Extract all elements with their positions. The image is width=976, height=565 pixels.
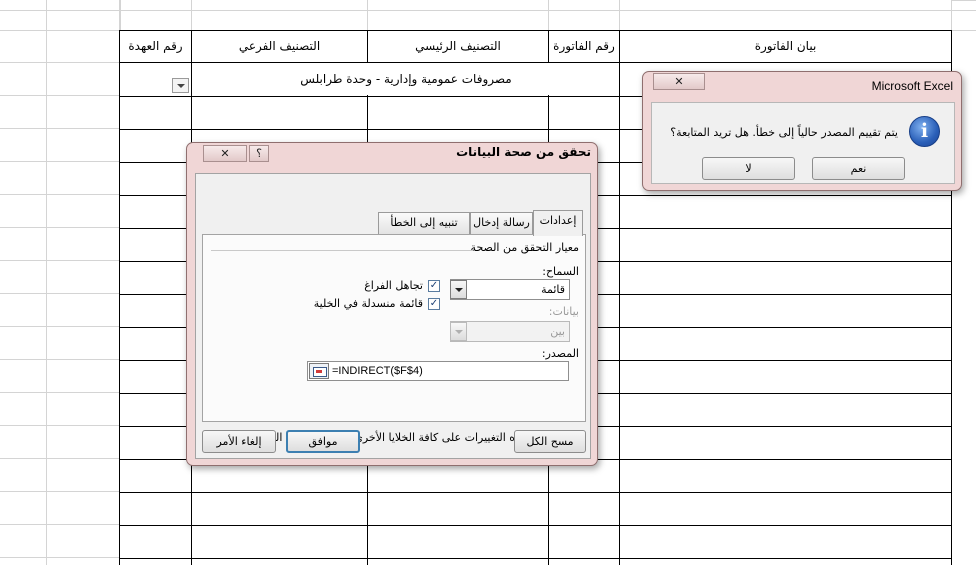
gridline-h (952, 0, 976, 1)
table-border-h (119, 558, 952, 559)
source-input[interactable]: =INDIRECT($F$4) (307, 361, 569, 381)
allow-dropdown-arrow-icon[interactable] (450, 280, 467, 299)
no-button[interactable]: لا (702, 157, 795, 180)
gridline-h (0, 293, 120, 294)
gridline-h (0, 392, 120, 393)
gridline-h (0, 95, 120, 96)
settings-tab-page: معيار التحقق من الصحة السماح: قائمة ✓ تج… (202, 234, 586, 444)
merged-cell-category-value[interactable]: مصروفات عمومية وإدارية - وحدة طرابلس (192, 63, 620, 96)
allow-label: السماح: (542, 265, 579, 278)
table-border-h (119, 525, 952, 526)
gridline-h (0, 161, 120, 162)
in-cell-dropdown-checkbox[interactable]: ✓ (428, 298, 440, 310)
gridline-h (0, 425, 120, 426)
collapse-dialog-range-icon[interactable] (309, 363, 329, 379)
gridline-v (46, 0, 47, 565)
excel-message-box: Microsoft Excel ✕ i يتم تقييم المصدر حال… (642, 71, 962, 191)
tab-settings[interactable]: إعدادات (533, 210, 583, 236)
data-label: بيانات: (548, 305, 579, 318)
validation-criteria-heading: معيار التحقق من الصحة (470, 241, 579, 254)
message-box-close-button[interactable]: ✕ (653, 73, 705, 90)
table-border-h (119, 492, 952, 493)
gridline-h (0, 458, 120, 459)
gridline-h (0, 62, 120, 63)
gridline-h (0, 557, 120, 558)
clear-all-button[interactable]: مسح الكل (514, 430, 586, 453)
dialog-body: إعدادات رسالة إدخال تنبيه إلى الخطأ معيا… (195, 173, 591, 459)
gridline-v (548, 0, 549, 30)
heading-separator (211, 250, 473, 251)
ignore-blank-label: تجاهل الفراغ (364, 279, 423, 292)
gridline-h (0, 491, 120, 492)
gridline-h (0, 10, 976, 11)
dialog-title: تحقق من صحة البيانات (456, 145, 591, 159)
close-button[interactable]: ✕ (203, 145, 247, 162)
gridline-h (0, 260, 120, 261)
data-dropdown-arrow-icon (450, 322, 467, 341)
gridline-h (0, 227, 120, 228)
header-sub-category[interactable]: التصنيف الفرعي (192, 31, 367, 62)
header-custody-number[interactable]: رقم العهدة (120, 31, 191, 62)
data-select-value: بين (550, 325, 565, 338)
header-main-category[interactable]: التصنيف الرئيسي (368, 31, 548, 62)
cell-dropdown-arrow-icon[interactable] (172, 78, 189, 93)
gridline-h (0, 326, 120, 327)
gridline-v (120, 0, 121, 30)
tab-input-message[interactable]: رسالة إدخال (470, 212, 533, 234)
gridline-h (0, 359, 120, 360)
gridline-h (0, 194, 120, 195)
ignore-blank-checkbox[interactable]: ✓ (428, 280, 440, 292)
gridline-v (367, 0, 368, 30)
allow-select-value: قائمة (541, 283, 565, 296)
table-border-v (119, 30, 120, 565)
tab-error-alert[interactable]: تنبيه إلى الخطأ (378, 212, 470, 234)
gridline-v (619, 0, 620, 30)
gridline-v (191, 0, 192, 30)
header-invoice-description[interactable]: بيان الفاتورة (620, 31, 951, 62)
message-text: يتم تقييم المصدر حالياً إلى خطأ. هل تريد… (670, 126, 898, 139)
gridline-h (0, 128, 120, 129)
message-box-title: Microsoft Excel (871, 79, 953, 93)
help-button[interactable]: ؟ (249, 145, 269, 162)
info-icon: i (909, 116, 940, 147)
source-label: المصدر: (541, 347, 579, 360)
cancel-button[interactable]: إلغاء الأمر (202, 430, 276, 453)
ok-button[interactable]: موافق (286, 430, 360, 453)
yes-button[interactable]: نعم (812, 157, 905, 180)
table-border-v (619, 30, 620, 565)
data-validation-dialog: تحقق من صحة البيانات ؟ ✕ إعدادات رسالة إ… (186, 142, 598, 466)
in-cell-dropdown-label: قائمة منسدلة في الخلية (313, 297, 423, 310)
allow-select[interactable]: قائمة (450, 279, 570, 300)
message-box-body: i يتم تقييم المصدر حالياً إلى خطأ. هل تر… (651, 102, 955, 184)
data-select: بين (450, 321, 570, 342)
gridline-h (0, 524, 120, 525)
header-invoice-number[interactable]: رقم الفاتورة (549, 31, 619, 62)
gridline-v (951, 0, 952, 30)
